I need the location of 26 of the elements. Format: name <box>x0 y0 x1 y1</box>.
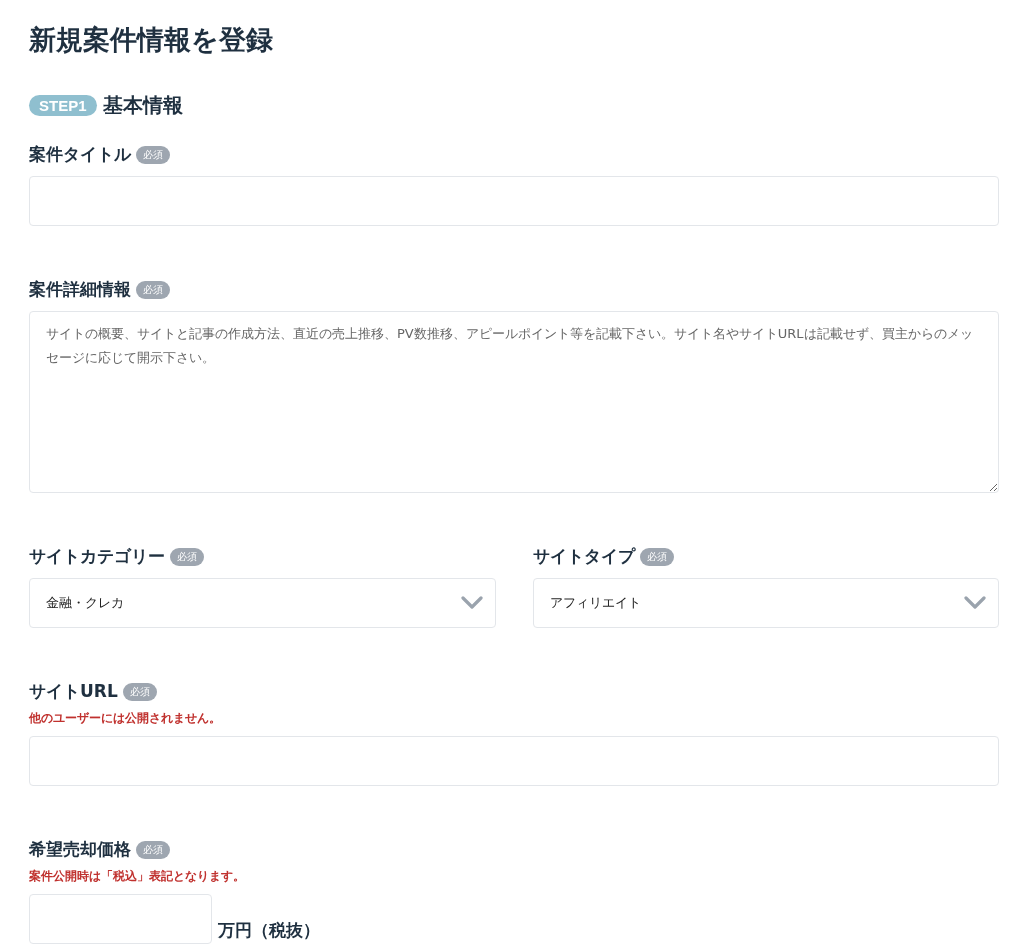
required-badge: 必須 <box>170 547 204 566</box>
text-input-field[interactable] <box>29 736 999 786</box>
page-title: 新規案件情報を登録 <box>29 23 274 57</box>
field-label: 案件タイトル <box>29 143 131 166</box>
step-badge: STEP1 <box>29 95 97 116</box>
text-input-field[interactable] <box>29 176 999 226</box>
field-label: 希望売却価格 <box>29 838 131 861</box>
chevron-down-icon <box>964 596 986 610</box>
dropdown-select[interactable]: アフィリエイト <box>532 578 999 628</box>
field-label: 案件詳細情報 <box>29 278 131 301</box>
dropdown-select[interactable]: 金融・クレカ <box>29 578 496 628</box>
textarea-field[interactable]: サイトの概要、サイトと記事の作成方法、直近の売上推移、PV数推移、アピールポイント等を記載下さい。サイト名やサイトURLは記載せず、買主からのメッセージに応じて開示下さい。 <box>29 311 999 493</box>
field-label: サイトカテゴリー <box>29 545 165 568</box>
price-input-field[interactable] <box>29 894 212 944</box>
field-label: サイトタイプ <box>532 545 635 568</box>
required-badge: 必須 <box>136 280 170 299</box>
section-title: 基本情報 <box>102 92 183 119</box>
warning-note: 他のユーザーには公開されません。 <box>29 710 222 727</box>
required-badge: 必須 <box>136 145 170 164</box>
unit-label: 万円（税抜） <box>218 919 320 942</box>
required-badge: 必須 <box>639 547 674 566</box>
warning-note: 案件公開時は「税込」表記となります。 <box>29 868 246 885</box>
required-badge: 必須 <box>136 840 170 859</box>
field-label: サイトURL <box>29 680 118 703</box>
chevron-down-icon <box>460 596 483 610</box>
required-badge: 必須 <box>122 682 157 701</box>
